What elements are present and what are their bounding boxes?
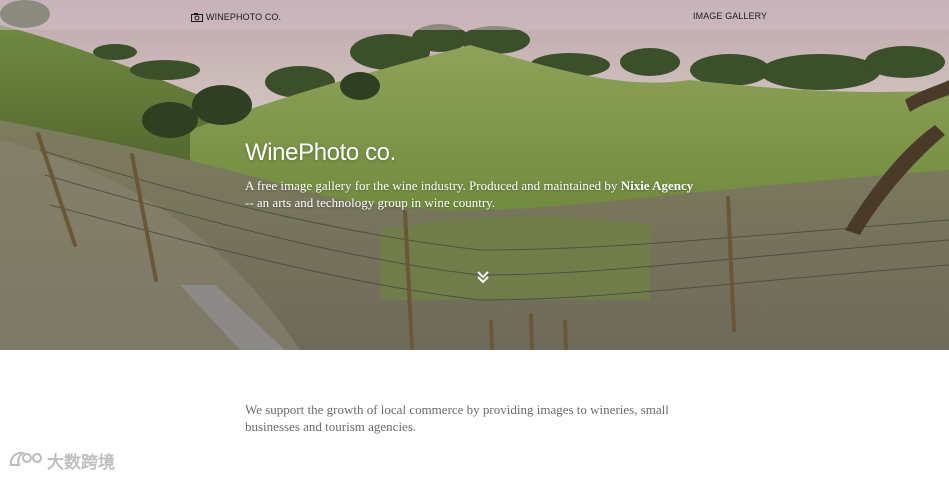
brand-logo-link[interactable]: WINEPHOTO CO. xyxy=(191,11,281,23)
hero-description-text-end: -- an arts and technology group in wine … xyxy=(245,195,496,210)
top-navigation-bar xyxy=(0,0,949,30)
watermark-logo-icon xyxy=(9,451,42,466)
mission-statement: We support the growth of local commerce … xyxy=(245,402,669,434)
camera-icon xyxy=(191,12,203,22)
brand-label: WINEPHOTO CO. xyxy=(206,12,282,22)
double-chevron-down-icon[interactable] xyxy=(476,270,490,284)
hero-title: WinePhoto co. xyxy=(245,139,396,166)
hero-section: WINEPHOTO CO. IMAGE GALLERY WinePhoto co… xyxy=(0,0,949,350)
hero-description: A free image gallery for the wine indust… xyxy=(245,177,700,211)
nixie-agency-link[interactable]: Nixie Agency xyxy=(621,178,694,193)
hero-description-text: A free image gallery for the wine indust… xyxy=(245,178,621,193)
intro-section: We support the growth of local commerce … xyxy=(0,350,949,479)
watermark-text: 大数跨境 xyxy=(47,452,115,473)
hero-background-image xyxy=(0,0,949,350)
watermark: 大数跨境 xyxy=(8,447,115,473)
nav-image-gallery-link[interactable]: IMAGE GALLERY xyxy=(693,11,767,23)
